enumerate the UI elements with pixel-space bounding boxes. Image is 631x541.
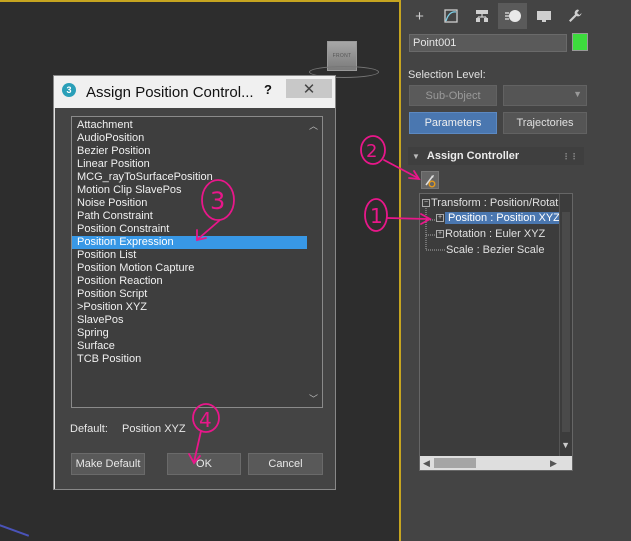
command-panel-tabs: + [401,0,631,30]
list-vertical-scrollbar[interactable]: ︿ ﹀ [307,117,322,407]
viewcube-label: FRONT [332,53,352,59]
assign-controller-rollout-header[interactable]: ▼ Assign Controller ⋮⋮ [408,147,584,165]
tree-hscroll-thumb[interactable] [434,458,476,468]
controller-list-item[interactable]: TCB Position [72,353,308,366]
controller-list-item[interactable]: Path Constraint [72,210,308,223]
trajectories-button[interactable]: Trajectories [503,112,587,134]
assign-position-controller-dialog: 3 Assign Position Control... ? ✕ Attachm… [53,75,336,490]
command-panel: + Point001 Selection Level: Sub-Object ▼… [401,0,631,541]
controller-list-item[interactable]: SlavePos [72,314,308,327]
tree-horizontal-scrollbar[interactable]: ◀ ▶ [420,456,572,470]
chevron-down-icon: ▼ [573,89,582,99]
controller-list-item[interactable]: Position Constraint [72,223,308,236]
tree-item-position[interactable]: + Position : Position XYZ [436,211,563,226]
hierarchy-icon[interactable] [467,3,496,29]
subobject-dropdown[interactable]: ▼ [503,85,587,106]
controller-list-item[interactable]: Position List [72,249,308,262]
object-name-field[interactable]: Point001 [409,34,567,52]
tree-item-scale[interactable]: Scale : Bezier Scale [446,243,544,258]
controller-list-item[interactable]: Noise Position [72,197,308,210]
help-icon[interactable]: ? [264,82,272,97]
display-monitor-icon[interactable] [529,3,558,29]
selection-level-label: Selection Level: [408,69,486,81]
rollout-title: Assign Controller [426,150,520,162]
chevron-down-icon[interactable]: ﹀ [309,392,318,405]
utilities-wrench-icon[interactable] [560,3,589,29]
controller-list-item[interactable]: Bezier Position [72,145,308,158]
controller-list-item[interactable]: Position Motion Capture [72,262,308,275]
controller-list-item[interactable]: >Position XYZ [72,301,308,314]
dialog-body: Attachment AudioPosition Bezier Position Li… [55,108,335,489]
controller-list-item[interactable]: Surface [72,340,308,353]
parameters-button[interactable]: Parameters [409,112,497,134]
close-button[interactable]: ✕ [286,79,332,98]
tree-item-transform[interactable]: − Transform : Position/Rotat [422,196,558,211]
grid-line [0,521,30,537]
rollout-grip-icon: ⋮⋮ [562,151,578,161]
dialog-title: Assign Position Control... [86,84,254,101]
default-value: Position XYZ [122,423,186,435]
create-plus-icon[interactable]: + [405,3,434,29]
chevron-up-icon[interactable]: ︿ [309,119,318,132]
app-3dsmax-icon: 3 [62,83,76,97]
controller-list-item[interactable]: MCG_rayToSurfacePosition [72,171,308,184]
scroll-down-icon[interactable]: ▼ [561,440,570,450]
cancel-button[interactable]: Cancel [248,453,323,475]
controller-list-item[interactable]: Attachment [72,119,308,132]
object-color-swatch[interactable] [572,33,588,51]
subobject-button[interactable]: Sub-Object [409,85,497,106]
controller-list-item[interactable]: Position Reaction [72,275,308,288]
dialog-titlebar[interactable]: 3 Assign Position Control... ? ✕ [54,76,335,108]
tree-vertical-scrollbar[interactable] [559,194,572,456]
expand-plus-icon[interactable]: + [436,214,444,223]
controller-list-item[interactable]: Spring [72,327,308,340]
modify-curve-icon[interactable] [436,3,465,29]
ok-button[interactable]: OK [167,453,241,475]
assign-controller-button[interactable] [421,171,439,189]
controller-list[interactable]: Attachment AudioPosition Bezier Position Li… [71,116,323,408]
tree-item-rotation[interactable]: + Rotation : Euler XYZ [436,227,545,242]
scroll-right-icon[interactable]: ▶ [547,456,560,470]
expand-plus-icon[interactable]: + [436,230,444,239]
controller-tree[interactable]: − Transform : Position/Rotat + Position : … [419,193,573,471]
assign-controller-icon [425,175,436,188]
motion-icon[interactable] [498,3,527,29]
controller-list-item[interactable]: Position Script [72,288,308,301]
rollout-collapse-icon: ▼ [412,151,420,161]
scroll-left-icon[interactable]: ◀ [420,456,433,470]
controller-list-item[interactable]: AudioPosition [72,132,308,145]
collapse-minus-icon[interactable]: − [422,199,430,208]
tree-vscroll-thumb[interactable] [562,212,570,432]
make-default-button[interactable]: Make Default [71,453,145,475]
default-label: Default: [70,423,108,435]
controller-list-item[interactable]: Position Expression [72,236,308,249]
controller-list-item[interactable]: Motion Clip SlavePos [72,184,308,197]
controller-list-item[interactable]: Linear Position [72,158,308,171]
